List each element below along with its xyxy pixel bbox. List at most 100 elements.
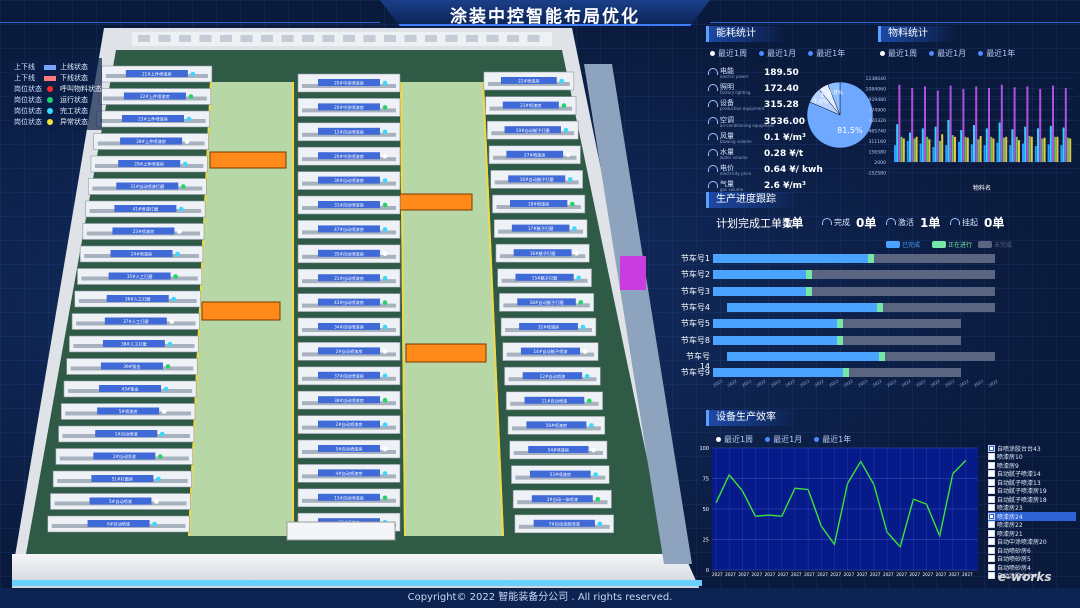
material-bar[interactable] (896, 124, 899, 162)
station-status-dot[interactable] (186, 116, 192, 122)
checkbox[interactable] (988, 504, 995, 512)
station-status-dot[interactable] (382, 324, 388, 330)
station-status-dot[interactable] (580, 324, 586, 330)
station-status-dot[interactable] (382, 349, 388, 354)
station-status-dot[interactable] (171, 296, 177, 302)
material-bar[interactable] (906, 141, 909, 162)
material-bar[interactable] (928, 139, 931, 162)
material-bar[interactable] (898, 84, 901, 162)
material-bar[interactable] (954, 136, 956, 162)
device-checkbox-item[interactable]: 喷漆房23 (988, 504, 1076, 512)
material-bar[interactable] (1043, 137, 1046, 162)
checkbox[interactable] (988, 453, 995, 461)
progress-bar[interactable] (713, 270, 995, 280)
station-status-dot[interactable] (574, 250, 579, 256)
station-status-dot[interactable] (190, 71, 196, 77)
material-bar[interactable] (990, 136, 993, 162)
station-status-dot[interactable] (382, 153, 388, 159)
progress-bar[interactable] (713, 286, 995, 296)
tab-3[interactable]: 最近1年 (808, 48, 845, 59)
station-status-dot[interactable] (382, 446, 388, 452)
material-bar[interactable] (1037, 128, 1039, 162)
material-bar[interactable] (979, 135, 982, 162)
material-bar[interactable] (1013, 87, 1016, 162)
device-checkbox-item[interactable]: 自动中涂喷漆房20 (988, 538, 1076, 546)
tab-1[interactable]: 最近1周 (710, 48, 747, 59)
station-status-dot[interactable] (559, 78, 565, 84)
progress-bar[interactable] (713, 319, 962, 329)
checkbox[interactable] (988, 444, 995, 452)
material-bar[interactable] (902, 138, 905, 162)
tab-1[interactable]: 最近1周 (880, 48, 917, 59)
tab-3[interactable]: 最近1年 (978, 48, 1015, 59)
progress-bar[interactable] (713, 335, 962, 345)
material-bar[interactable] (1022, 143, 1024, 162)
tab-radio-icon[interactable] (978, 51, 984, 56)
station-status-dot[interactable] (382, 373, 388, 379)
material-bar[interactable] (941, 134, 944, 162)
station-status-dot[interactable] (382, 422, 388, 427)
tab-2[interactable]: 最近1月 (929, 48, 966, 59)
checkbox[interactable] (988, 529, 995, 537)
material-bar[interactable] (909, 132, 911, 162)
material-bar[interactable] (949, 85, 952, 162)
device-checkbox-item[interactable]: 自动腻子喷漆房18 (988, 495, 1076, 504)
checkbox[interactable] (988, 470, 995, 478)
station-status-dot[interactable] (567, 177, 573, 182)
station-status-dot[interactable] (179, 206, 184, 212)
station-status-dot[interactable] (382, 251, 388, 257)
device-checkbox-item[interactable]: 喷漆房9 (988, 461, 1076, 470)
station-status-dot[interactable] (382, 227, 388, 232)
device-checkbox-item[interactable]: 自动腻子喷漆房19 (988, 487, 1076, 495)
station-status-dot[interactable] (382, 202, 388, 208)
material-bar[interactable] (1047, 144, 1050, 162)
material-bar[interactable] (936, 90, 939, 162)
material-bar[interactable] (958, 141, 960, 162)
station-status-dot[interactable] (152, 521, 157, 527)
station-status-dot[interactable] (161, 409, 167, 414)
material-bar[interactable] (1067, 137, 1069, 162)
progress-bar[interactable] (713, 368, 962, 378)
agv-cart[interactable] (399, 193, 473, 211)
station-status-dot[interactable] (382, 129, 388, 135)
material-bar[interactable] (894, 145, 896, 162)
checkbox[interactable] (988, 538, 995, 546)
material-bar[interactable] (1041, 138, 1044, 162)
material-bar[interactable] (926, 136, 929, 162)
tab-label[interactable]: 最近1年 (816, 48, 845, 59)
checkbox[interactable] (988, 572, 995, 580)
material-bar[interactable] (996, 142, 999, 162)
material-bar[interactable] (1009, 145, 1012, 162)
station-status-dot[interactable] (586, 398, 592, 404)
material-bar[interactable] (932, 146, 935, 162)
station-status-dot[interactable] (169, 319, 175, 324)
station-status-dot[interactable] (572, 226, 577, 231)
device-checkbox-item[interactable]: 自动喷砂房5 (988, 555, 1076, 563)
tab-radio-icon[interactable] (929, 51, 935, 56)
device-checkbox-item[interactable]: 喷漆房10 (988, 453, 1076, 461)
tab-label[interactable]: 最近1周 (888, 48, 917, 59)
station-status-dot[interactable] (188, 94, 194, 99)
material-bar[interactable] (966, 137, 969, 162)
station-status-dot[interactable] (561, 103, 567, 108)
material-bar[interactable] (1039, 88, 1042, 162)
station-status-dot[interactable] (165, 364, 171, 369)
station-status-dot[interactable] (156, 476, 161, 482)
device-checkbox-item[interactable]: 自动腻子喷漆13 (988, 478, 1076, 487)
tab-label[interactable]: 最近1月 (937, 48, 966, 59)
material-bar[interactable] (973, 125, 975, 162)
material-bar[interactable] (913, 138, 916, 162)
material-bar[interactable] (985, 128, 988, 162)
material-bar[interactable] (1024, 126, 1027, 162)
station-status-dot[interactable] (382, 397, 388, 403)
station-status-dot[interactable] (382, 471, 388, 476)
tab-radio-icon[interactable] (808, 51, 814, 56)
station-status-dot[interactable] (578, 300, 584, 305)
checkbox[interactable] (988, 487, 995, 495)
material-bar[interactable] (1028, 135, 1031, 162)
checkbox[interactable] (988, 521, 995, 529)
station-status-dot[interactable] (589, 423, 594, 428)
checkbox[interactable] (988, 512, 995, 520)
material-bar[interactable] (1003, 137, 1005, 162)
station-status-dot[interactable] (597, 521, 603, 527)
